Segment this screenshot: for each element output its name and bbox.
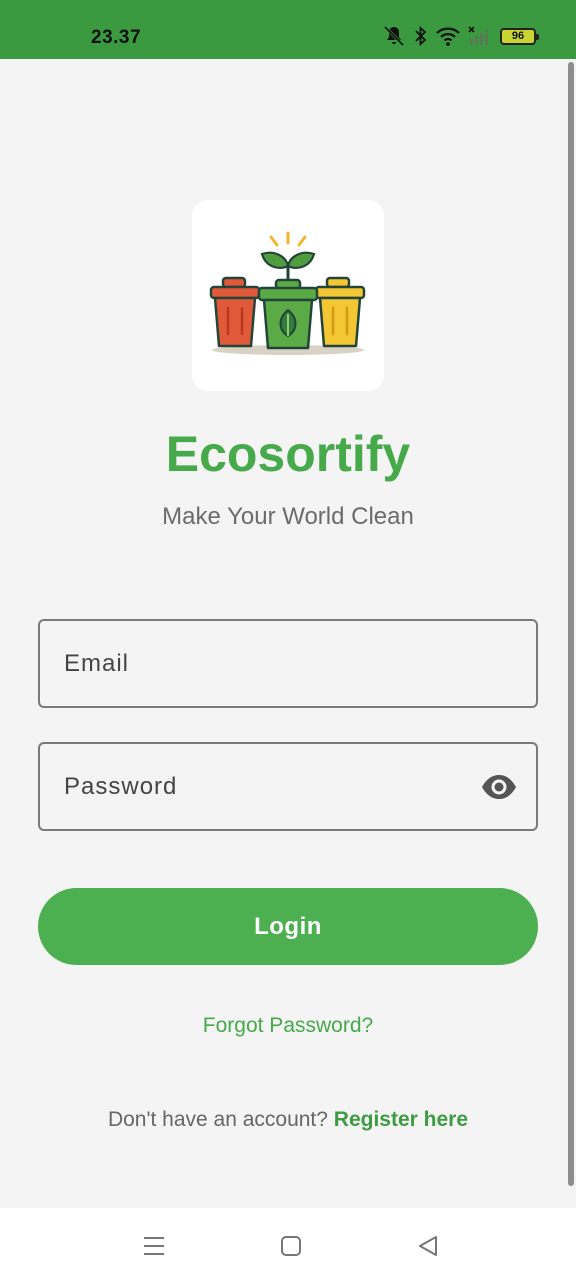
home-square-icon[interactable] xyxy=(277,1232,305,1260)
register-link[interactable]: Register here xyxy=(334,1108,468,1131)
bluetooth-icon xyxy=(415,25,427,47)
password-input[interactable] xyxy=(64,744,464,829)
status-bar: 23.37 96 xyxy=(0,0,576,59)
password-field[interactable] xyxy=(38,742,538,831)
signal-icon xyxy=(468,26,488,45)
app-tagline: Make Your World Clean xyxy=(162,503,414,530)
register-prompt: Don't have an account? xyxy=(107,1108,328,1131)
recycling-bins-sprout-icon xyxy=(209,231,366,355)
battery-level: 96 xyxy=(511,30,525,42)
register-prompt-line: Don't have an account? Register here xyxy=(0,1108,576,1132)
status-icons: 96 xyxy=(382,24,539,48)
login-button[interactable]: Login xyxy=(38,888,538,965)
email-input[interactable] xyxy=(64,621,464,706)
menu-icon[interactable] xyxy=(140,1232,168,1260)
email-field[interactable] xyxy=(38,619,538,708)
battery-icon: 96 xyxy=(500,27,539,45)
status-time: 23.37 xyxy=(91,27,142,48)
forgot-password-link[interactable]: Forgot Password? xyxy=(0,1014,576,1038)
back-triangle-icon[interactable] xyxy=(414,1232,442,1260)
wifi-icon xyxy=(436,27,460,46)
navigation-bar xyxy=(0,1208,576,1280)
eye-icon[interactable] xyxy=(480,772,518,802)
mute-bell-icon xyxy=(383,25,405,47)
app-logo xyxy=(192,200,384,391)
app-title: Ecosortify xyxy=(165,426,411,482)
